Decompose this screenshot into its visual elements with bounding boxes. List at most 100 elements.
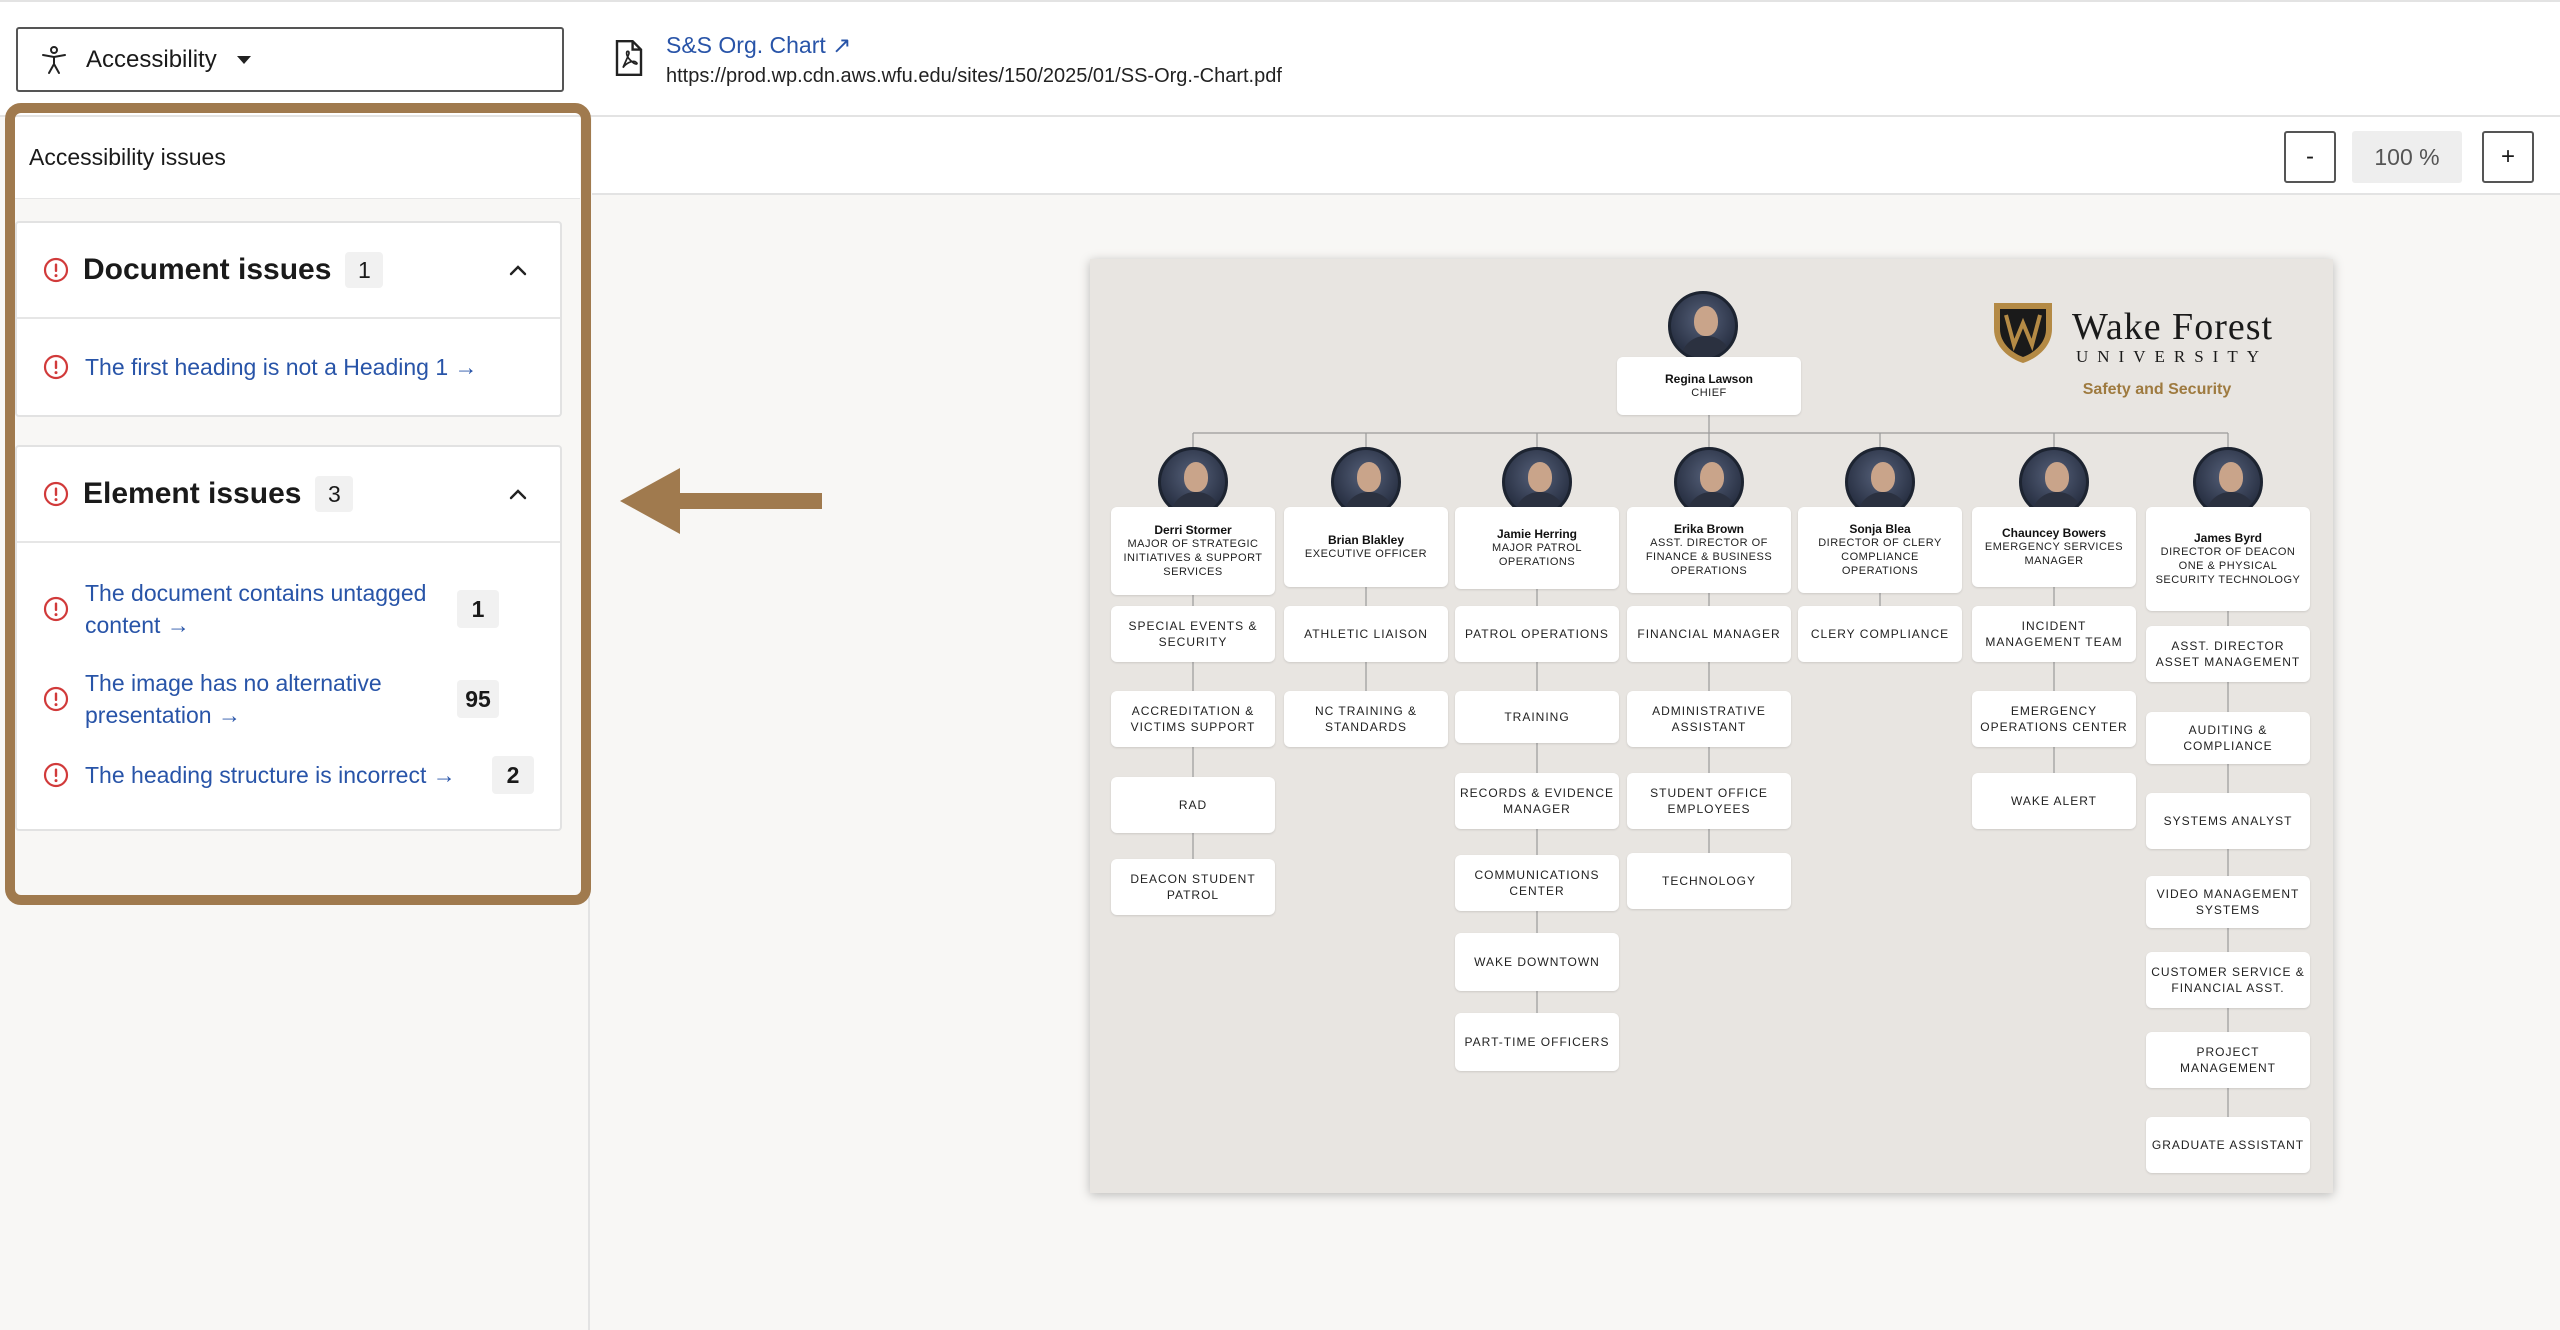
- unit-label: COMMUNICATIONS CENTER: [1474, 868, 1600, 898]
- issue-item-heading-structure[interactable]: The heading structure is incorrect → 2: [43, 756, 534, 794]
- org-node-unit: ADMINISTRATIVE ASSISTANT: [1627, 691, 1791, 747]
- person-name: Sonja Blea: [1849, 522, 1911, 536]
- person-name: Brian Blakley: [1327, 533, 1405, 547]
- org-node-unit: VIDEO MANAGEMENT SYSTEMS: [2146, 876, 2310, 928]
- org-node-unit: RAD: [1111, 777, 1275, 833]
- org-node-unit: DEACON STUDENT PATROL: [1111, 859, 1275, 915]
- org-node-manager: Erika Brown ASST. DIRECTOR OF FINANCE & B…: [1627, 507, 1791, 593]
- org-node-unit: TRAINING: [1455, 691, 1619, 743]
- zoom-in-button[interactable]: +: [2482, 131, 2534, 183]
- unit-label: WAKE DOWNTOWN: [1474, 955, 1600, 969]
- accessibility-icon: [42, 45, 66, 74]
- warning-icon: [43, 686, 69, 712]
- warning-icon: [43, 596, 69, 622]
- document-issues-count: 1: [345, 252, 384, 288]
- pdf-page: Wake Forest UNIVERSITY Safety and Securi…: [1090, 259, 2333, 1193]
- document-issues-card: Document issues 1 The first heading is n…: [15, 221, 562, 417]
- unit-label: PART-TIME OFFICERS: [1464, 1035, 1610, 1049]
- org-node-unit: INCIDENT MANAGEMENT TEAM: [1972, 606, 2136, 662]
- org-node-unit: TECHNOLOGY: [1627, 853, 1791, 909]
- org-node-unit: GRADUATE ASSISTANT: [2146, 1117, 2310, 1173]
- org-node-unit: ACCREDITATION & VICTIMS SUPPORT: [1111, 691, 1275, 747]
- issue-link[interactable]: The image has no alternative presentatio…: [85, 667, 445, 731]
- org-node-unit: SYSTEMS ANALYST: [2146, 793, 2310, 849]
- logo-wordmark: Wake Forest: [2072, 306, 2274, 348]
- issue-count: 2: [492, 756, 534, 794]
- issue-count: 1: [457, 590, 499, 628]
- org-node-unit: PATROL OPERATIONS: [1455, 606, 1619, 662]
- chevron-up-icon[interactable]: [504, 257, 532, 285]
- unit-label: ATHLETIC LIAISON: [1304, 627, 1428, 641]
- avatar: [1668, 291, 1738, 361]
- unit-label: AUDITING & COMPLIANCE: [2183, 723, 2273, 753]
- document-url: https://prod.wp.cdn.aws.wfu.edu/sites/15…: [666, 65, 1282, 87]
- unit-label: DEACON STUDENT PATROL: [1130, 872, 1256, 902]
- accessibility-issues-heading: Accessibility issues: [15, 117, 580, 199]
- unit-label: GRADUATE ASSISTANT: [2151, 1138, 2305, 1152]
- accessibility-dropdown-label: Accessibility: [86, 45, 217, 73]
- zoom-out-button[interactable]: -: [2284, 131, 2336, 183]
- element-issues-title: Element issues: [83, 477, 302, 510]
- person-title: DIRECTOR OF CLERY COMPLIANCE OPERATIONS: [1818, 537, 1942, 577]
- top-bar: Accessibility S&S Org. Chart ↗ https://p…: [0, 0, 2560, 117]
- org-node-unit: CLERY COMPLIANCE: [1798, 606, 1962, 662]
- unit-label: EMERGENCY OPERATIONS CENTER: [1980, 704, 2128, 734]
- issue-link[interactable]: The document contains untagged content →: [85, 577, 445, 641]
- shield-logo-icon: [1994, 303, 2052, 363]
- org-node-unit: RECORDS & EVIDENCE MANAGER: [1455, 773, 1619, 829]
- person-name: Regina Lawson: [1664, 372, 1753, 386]
- person-name: Erika Brown: [1673, 522, 1745, 536]
- document-issues-header[interactable]: Document issues 1: [17, 223, 560, 319]
- element-issues-header[interactable]: Element issues 3: [17, 447, 560, 543]
- issue-link[interactable]: The heading structure is incorrect →: [85, 759, 480, 791]
- org-node-unit: EMERGENCY OPERATIONS CENTER: [1972, 691, 2136, 747]
- org-node-manager: Chauncey Bowers EMERGENCY SERVICES MANAGE…: [1972, 507, 2136, 587]
- unit-label: TECHNOLOGY: [1661, 874, 1756, 888]
- person-name: Chauncey Bowers: [2001, 526, 2107, 540]
- unit-label: STUDENT OFFICE EMPLOYEES: [1650, 786, 1768, 816]
- zoom-level: 100 %: [2352, 131, 2462, 183]
- unit-label: WAKE ALERT: [2010, 794, 2098, 808]
- org-node-unit: COMMUNICATIONS CENTER: [1455, 855, 1619, 911]
- unit-label: INCIDENT MANAGEMENT TEAM: [1985, 619, 2123, 649]
- org-node-unit: SPECIAL EVENTS & SECURITY: [1111, 606, 1275, 662]
- chevron-up-icon[interactable]: [504, 481, 532, 509]
- person-name: Jamie Herring: [1496, 527, 1578, 541]
- person-title: ASST. DIRECTOR OF FINANCE & BUSINESS OPE…: [1645, 537, 1773, 577]
- issue-link[interactable]: The first heading is not a Heading 1 →: [85, 351, 534, 383]
- issue-item-untagged-content[interactable]: The document contains untagged content →…: [43, 577, 534, 641]
- warning-icon: [43, 481, 69, 507]
- org-node-manager: Brian Blakley EXECUTIVE OFFICER: [1284, 507, 1448, 587]
- org-node-unit: PROJECT MANAGEMENT: [2146, 1032, 2310, 1088]
- warning-icon: [43, 354, 69, 380]
- org-node-manager: James Byrd DIRECTOR OF DEACON ONE & PHYSI…: [2146, 507, 2310, 611]
- person-title: MAJOR PATROL OPERATIONS: [1492, 542, 1582, 568]
- org-node-manager: Derri Stormer MAJOR OF STRATEGIC INITIATI…: [1111, 507, 1275, 595]
- org-node-unit: AUDITING & COMPLIANCE: [2146, 712, 2310, 764]
- person-title: EXECUTIVE OFFICER: [1304, 548, 1428, 560]
- org-node-unit: STUDENT OFFICE EMPLOYEES: [1627, 773, 1791, 829]
- org-node-unit: CUSTOMER SERVICE & FINANCIAL ASST.: [2146, 952, 2310, 1008]
- document-issues-title: Document issues: [83, 253, 332, 286]
- document-title-link[interactable]: S&S Org. Chart ↗: [666, 28, 1282, 62]
- unit-label: CUSTOMER SERVICE & FINANCIAL ASST.: [2151, 965, 2305, 995]
- unit-label: ADMINISTRATIVE ASSISTANT: [1652, 704, 1766, 734]
- logo-university: UNIVERSITY: [2076, 347, 2268, 366]
- issue-item-no-alt-text[interactable]: The image has no alternative presentatio…: [43, 667, 534, 731]
- unit-label: VIDEO MANAGEMENT SYSTEMS: [2156, 887, 2300, 917]
- warning-icon: [43, 762, 69, 788]
- person-name: Derri Stormer: [1154, 523, 1232, 537]
- arrow-left-icon: [620, 468, 822, 534]
- org-node-unit: NC TRAINING & STANDARDS: [1284, 691, 1448, 747]
- issue-item-first-heading[interactable]: The first heading is not a Heading 1 →: [43, 351, 534, 383]
- person-title: EMERGENCY SERVICES MANAGER: [1984, 541, 2124, 567]
- person-title: CHIEF: [1691, 387, 1727, 399]
- unit-label: NC TRAINING & STANDARDS: [1314, 704, 1418, 734]
- chevron-down-icon: [236, 55, 251, 64]
- unit-label: RECORDS & EVIDENCE MANAGER: [1459, 786, 1615, 816]
- unit-label: SPECIAL EVENTS & SECURITY: [1128, 619, 1258, 649]
- org-node-unit: WAKE ALERT: [1972, 773, 2136, 829]
- org-node-unit: WAKE DOWNTOWN: [1455, 933, 1619, 991]
- unit-label: SYSTEMS ANALYST: [2163, 814, 2293, 828]
- accessibility-dropdown[interactable]: Accessibility: [16, 27, 564, 92]
